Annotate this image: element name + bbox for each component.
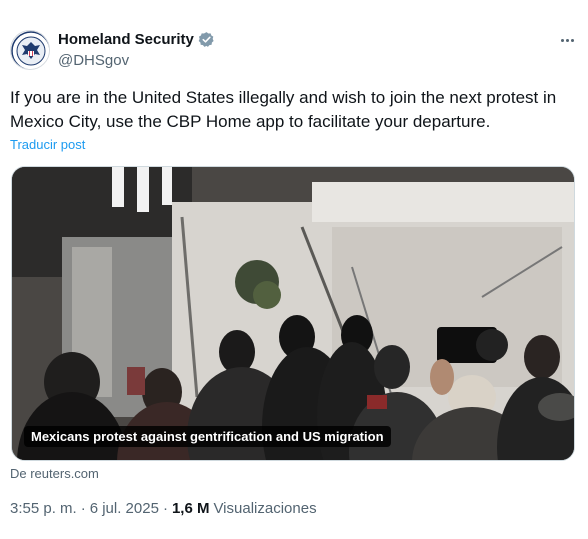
meta-separator: · [162, 500, 168, 517]
tweet-card: Homeland Security @DHSgov If you are in … [0, 0, 588, 539]
tweet-text: If you are in the United States illegall… [10, 88, 557, 131]
dhs-seal-icon [11, 31, 49, 69]
handle[interactable]: @DHSgov [58, 52, 129, 69]
more-horizontal-icon[interactable] [556, 32, 578, 48]
views-label: Visualizaciones [213, 500, 317, 517]
avatar[interactable] [10, 30, 50, 70]
media-source-link[interactable]: De reuters.com [10, 466, 99, 481]
verified-badge-icon [198, 32, 214, 47]
media-caption: Mexicans protest against gentrification … [24, 426, 391, 447]
views-count: 1,6 M [171, 500, 210, 517]
translate-post-link[interactable]: Traducir post [10, 137, 85, 152]
news-photo [12, 167, 574, 460]
post-time[interactable]: 3:55 p. m. [10, 500, 77, 517]
media-card[interactable]: Mexicans protest against gentrification … [11, 166, 575, 461]
tweet-meta: 3:55 p. m. · 6 jul. 2025 · 1,6 M Visuali… [10, 500, 317, 517]
account-name-row[interactable]: Homeland Security [58, 31, 215, 48]
meta-separator: · [80, 500, 86, 517]
display-name[interactable]: Homeland Security [58, 31, 194, 48]
post-date[interactable]: 6 jul. 2025 [90, 500, 159, 517]
